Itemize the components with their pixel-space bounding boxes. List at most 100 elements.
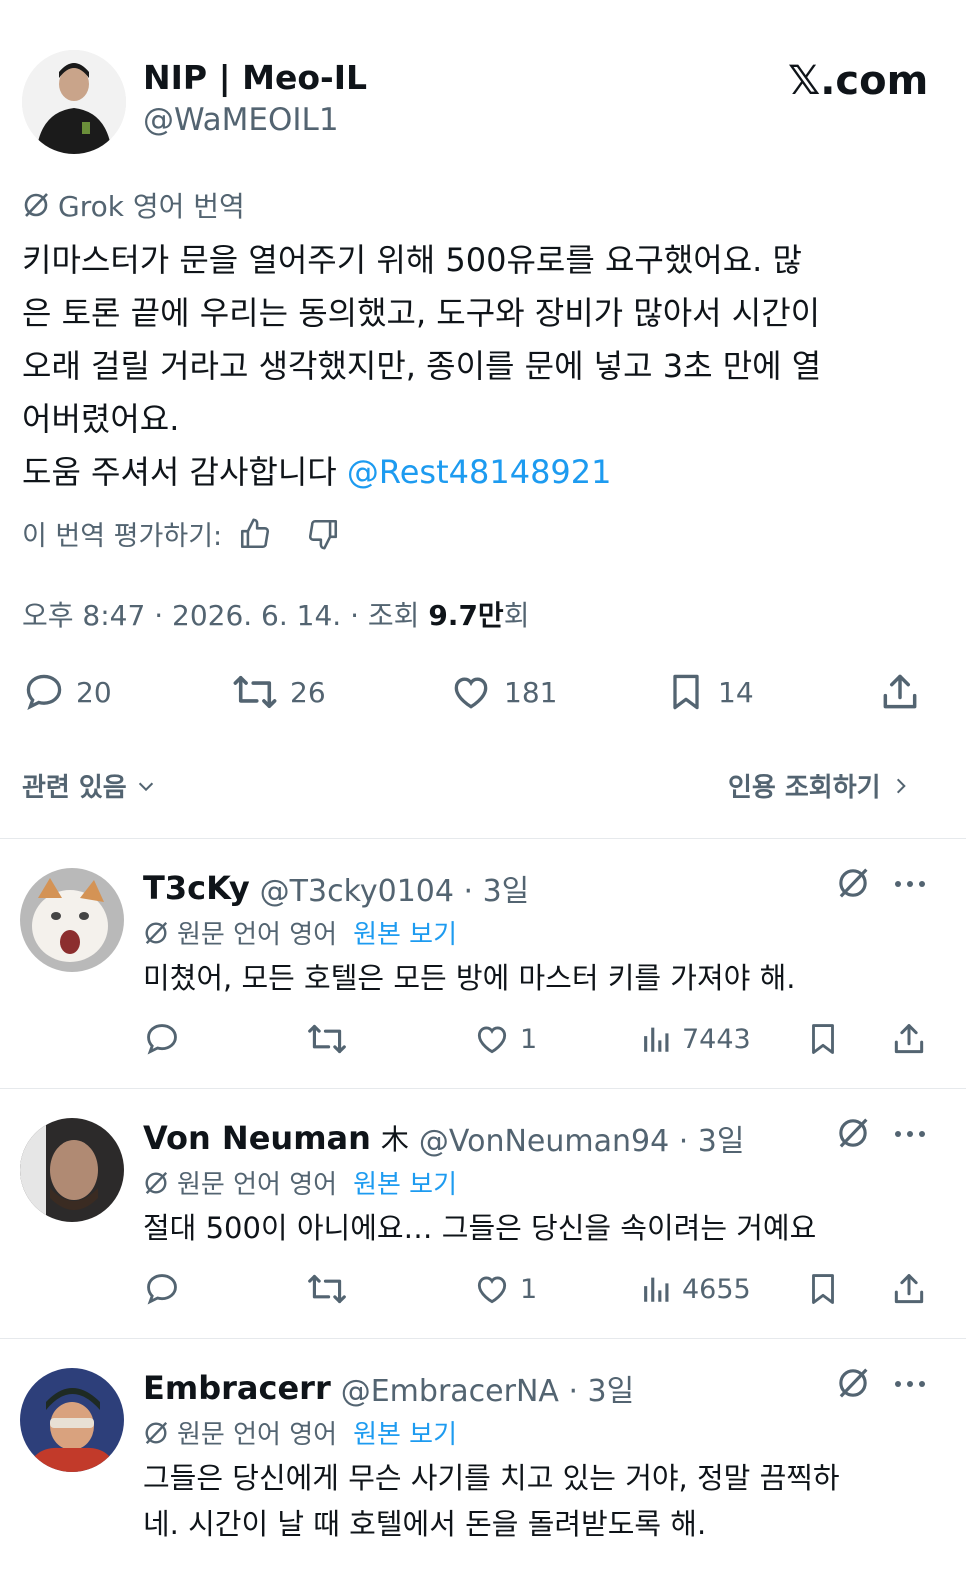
mention-link[interactable]: @Rest48148921 <box>347 453 612 491</box>
speech-bubble-icon <box>143 1270 181 1308</box>
reply-translation-label: 원문 언어 영어 <box>177 1420 338 1450</box>
thumbs-down-icon[interactable] <box>306 517 340 551</box>
speech-bubble-icon <box>143 1020 181 1058</box>
reply-translation-label: 원문 언어 영어 <box>177 920 338 950</box>
rate-label: 이 번역 평가하기: <box>22 521 223 552</box>
bookmark-button[interactable] <box>804 1020 842 1058</box>
repost-arrows-icon <box>230 670 280 714</box>
grok-slash-circle-icon[interactable] <box>836 1366 870 1400</box>
grok-slash-circle-icon <box>143 1420 169 1446</box>
more-dots-icon[interactable] <box>894 1380 926 1388</box>
like-button[interactable]: 1 <box>472 1020 537 1058</box>
share-button[interactable] <box>878 670 922 714</box>
bookmark-icon <box>804 1020 842 1058</box>
name-badge: ⽊ <box>380 1123 409 1156</box>
reply-text: 미쳤어, 모든 호텔은 모든 방에 마스터 키를 가져야 해. <box>143 955 943 1001</box>
view-quotes-label: 인용 조회하기 <box>728 773 881 803</box>
reply-count: 20 <box>76 675 112 709</box>
tweet-time[interactable]: 오후 8:47 · 2026. 6. 14. · 조회 <box>22 599 428 632</box>
reply-line: 절대 500이 아니에요… 그들은 당신을 속이려는 거예요 <box>143 1211 817 1245</box>
divider <box>0 838 966 839</box>
reply-avatar[interactable] <box>20 868 124 972</box>
embracer-avatar-image <box>20 1368 124 1472</box>
reply-line: 미쳤어, 모든 호텔은 모든 방에 마스터 키를 가져야 해. <box>143 961 796 995</box>
related-toggle[interactable]: 관련 있음 <box>22 767 157 804</box>
show-original-link[interactable]: 원본 보기 <box>353 1164 457 1201</box>
like-count: 1 <box>520 1023 538 1055</box>
reply-author-handle[interactable]: @EmbracerNA · 3일 <box>341 1366 634 1410</box>
reply-avatar[interactable] <box>20 1118 124 1222</box>
repost-arrows-icon <box>305 1270 349 1308</box>
bookmark-button[interactable] <box>804 1270 842 1308</box>
repost-button[interactable]: 26 <box>230 670 326 714</box>
like-button[interactable]: 1 <box>472 1270 537 1308</box>
heart-icon <box>472 1020 512 1058</box>
chevron-right-icon <box>891 775 911 797</box>
share-upload-icon <box>890 1020 928 1058</box>
bookmark-icon <box>804 1270 842 1308</box>
heart-icon <box>448 670 494 714</box>
share-upload-icon <box>878 670 922 714</box>
repost-button[interactable] <box>305 1020 349 1058</box>
cat-avatar-image <box>20 868 124 972</box>
reply-button[interactable]: 20 <box>22 670 112 714</box>
share-button[interactable] <box>890 1020 928 1058</box>
reply-author-handle[interactable]: @VonNeuman94 · 3일 <box>419 1116 745 1160</box>
reply-author-handle[interactable]: @T3cky0104 · 3일 <box>260 866 530 910</box>
repost-count: 26 <box>290 675 326 709</box>
tweet-line: 은 토론 끝에 우리는 동의했고, 도구와 장비가 많아서 시간이 <box>22 294 821 332</box>
reply-translation-row: 원문 언어 영어 원본 보기 <box>143 1164 457 1201</box>
view-quotes-link[interactable]: 인용 조회하기 <box>728 767 911 804</box>
author-avatar[interactable] <box>22 50 126 154</box>
reply-line: 그들은 당신에게 무슨 사기를 치고 있는 거야, 정말 끔찍하 <box>143 1461 840 1495</box>
show-original-link[interactable]: 원본 보기 <box>353 914 457 951</box>
share-button[interactable] <box>890 1270 928 1308</box>
bar-chart-icon <box>640 1020 674 1058</box>
tweet-line: 도움 주셔서 감사합니다 @Rest48148921 <box>22 446 952 499</box>
reply-button[interactable] <box>143 1020 181 1058</box>
tweet-line: 어버렸어요. <box>22 400 180 438</box>
view-count: 9.7만 <box>428 599 504 632</box>
grok-slash-circle-icon[interactable] <box>836 1116 870 1150</box>
reply-text: 그들은 당신에게 무슨 사기를 치고 있는 거야, 정말 끔찍하 네. 시간이 … <box>143 1455 953 1547</box>
grok-slash-circle-icon[interactable] <box>836 866 870 900</box>
reply-line: 네. 시간이 날 때 호텔에서 돈을 돌려받도록 해. <box>143 1507 707 1541</box>
view-count-suffix: 회 <box>503 599 530 632</box>
views-button[interactable]: 7443 <box>640 1020 751 1058</box>
bookmark-button[interactable]: 14 <box>664 670 754 714</box>
reply-button[interactable] <box>143 1270 181 1308</box>
show-original-link[interactable]: 원본 보기 <box>353 1414 457 1451</box>
reply-header: Von Neuman ⽊ @VonNeuman94 · 3일 <box>143 1116 745 1160</box>
tweet-meta: 오후 8:47 · 2026. 6. 14. · 조회 9.7만회 <box>22 594 529 634</box>
share-upload-icon <box>890 1270 928 1308</box>
more-dots-icon[interactable] <box>894 880 926 888</box>
reply-author-name[interactable]: Von Neuman <box>143 1119 371 1157</box>
grok-slash-circle-icon <box>22 191 50 219</box>
author-avatar-image <box>22 50 126 154</box>
author-name[interactable]: NIP | Meo-IL <box>143 58 367 97</box>
related-label: 관련 있음 <box>22 773 127 803</box>
rate-translation: 이 번역 평가하기: <box>22 514 340 553</box>
heart-icon <box>472 1270 512 1308</box>
views-button[interactable]: 4655 <box>640 1270 751 1308</box>
divider <box>0 1338 966 1339</box>
reply-text: 절대 500이 아니에요… 그들은 당신을 속이려는 거예요 <box>143 1205 943 1251</box>
reply-author-name[interactable]: T3cKy <box>143 869 250 907</box>
author-handle[interactable]: @WaMEOIL1 <box>143 102 339 138</box>
reply-avatar[interactable] <box>20 1368 124 1472</box>
like-button[interactable]: 181 <box>448 670 557 714</box>
chevron-down-icon <box>135 775 157 797</box>
thumbs-up-icon[interactable] <box>238 517 272 551</box>
repost-button[interactable] <box>305 1270 349 1308</box>
speech-bubble-icon <box>22 670 66 714</box>
tweet-line: 키마스터가 문을 열어주기 위해 500유로를 요구했어요. 많 <box>22 241 802 279</box>
reply-translation-row: 원문 언어 영어 원본 보기 <box>143 914 457 951</box>
bookmark-count: 14 <box>718 675 754 709</box>
reply-header: Embracerr @EmbracerNA · 3일 <box>143 1366 634 1410</box>
tweet-line: 오래 걸릴 거라고 생각했지만, 종이를 문에 넣고 3초 만에 열 <box>22 347 822 385</box>
reply-author-name[interactable]: Embracerr <box>143 1369 331 1407</box>
more-dots-icon[interactable] <box>894 1130 926 1138</box>
like-count: 1 <box>520 1273 538 1305</box>
reply-translation-label: 원문 언어 영어 <box>177 1170 338 1200</box>
views-count: 4655 <box>682 1273 751 1305</box>
